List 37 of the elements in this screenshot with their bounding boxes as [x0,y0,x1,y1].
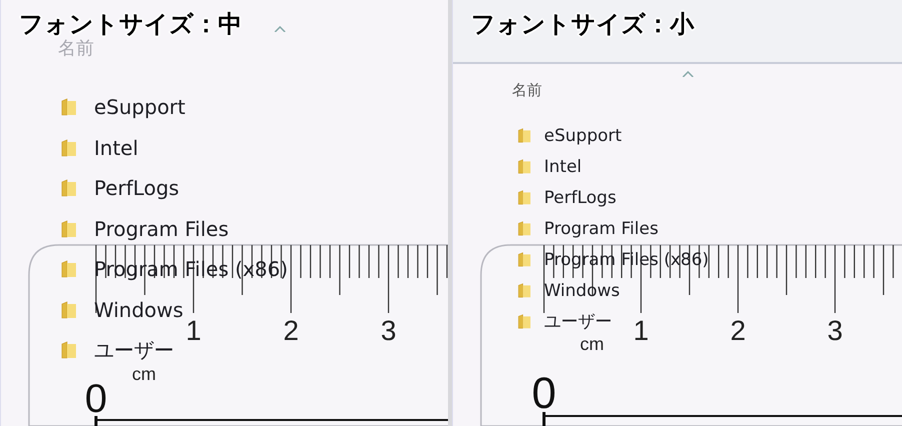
folder-icon [516,189,533,206]
ruler-number: 1 [633,315,649,346]
folder-icon [59,218,79,239]
ruler-number: 1 [186,315,202,346]
folder-icon [516,313,533,330]
ruler-number: 0 [532,369,556,418]
folder-icon [516,220,533,237]
folder-icon [59,138,79,158]
folder-name[interactable]: PerfLogs [544,188,616,208]
folder-icon [59,300,79,320]
folder-name[interactable]: Program Files [94,216,229,241]
folder-icon [516,158,533,175]
folder-icon [59,259,79,280]
column-header[interactable]: 名前 [512,81,542,100]
folder-name[interactable]: Program Files [544,218,658,238]
folder-name[interactable]: PerfLogs [94,176,180,200]
folder-name[interactable]: Intel [544,156,582,176]
ruler-number: 3 [827,315,843,346]
ruler-number: 2 [730,315,746,346]
folder-name[interactable]: eSupport [544,126,622,146]
folder-icon [59,97,79,118]
folder-icon [516,282,533,299]
folder-name[interactable]: ユーザー [94,336,174,364]
folder-icon [516,251,533,268]
ruler-number: 3 [380,315,396,346]
folder-icon [59,178,79,198]
ruler-unit-label: cm [132,364,156,384]
ruler-number: 0 [84,377,108,421]
folder-icon [59,340,79,360]
folder-name[interactable]: eSupport [94,95,186,120]
caption-label: フォントサイズ：小 [471,9,694,40]
folder-name[interactable]: ユーザー [544,310,612,333]
ruler-unit-label: cm [580,334,604,354]
folder-icon [516,127,533,144]
folder-name[interactable]: Intel [94,136,138,160]
ruler-number: 2 [283,315,299,346]
folder-name[interactable]: Windows [94,298,184,322]
